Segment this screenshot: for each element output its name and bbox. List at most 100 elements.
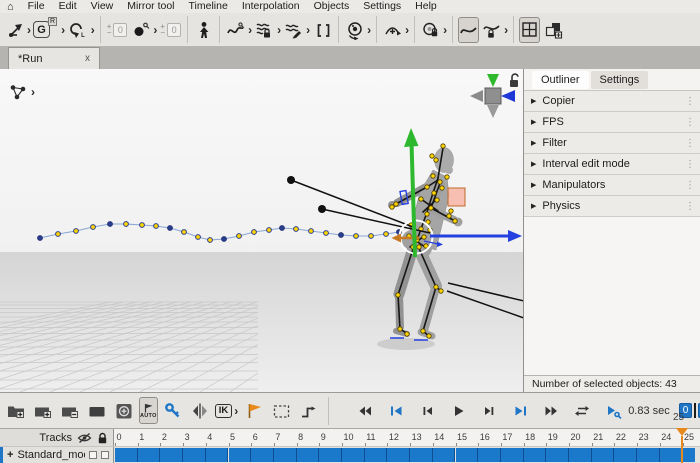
wave-lock-icon[interactable]	[481, 17, 502, 43]
track-frame-cell[interactable]	[432, 448, 456, 462]
panel-section-interval-edit-mode[interactable]: ▶ Interval edit mode ⋮	[524, 154, 700, 175]
joint-point[interactable]	[452, 218, 458, 224]
menu-item-mirror-tool[interactable]: Mirror tool	[120, 0, 181, 13]
interpolation-wave-button[interactable]	[458, 16, 480, 43]
joint-point[interactable]	[397, 326, 403, 332]
trajectory[interactable]	[37, 221, 402, 243]
joint-point[interactable]	[426, 333, 432, 339]
panel-section-physics[interactable]: ▶ Physics ⋮	[524, 196, 700, 217]
menu-item-file[interactable]: File	[21, 0, 52, 13]
trajectory-point[interactable]	[123, 221, 129, 227]
trajectory-point[interactable]	[368, 233, 374, 239]
chevron-icon[interactable]: ›	[405, 24, 409, 36]
grip-icon[interactable]: ⋮	[685, 201, 695, 212]
track-frame-cell[interactable]	[205, 448, 229, 462]
trajectory-point[interactable]	[251, 229, 257, 235]
skip-to-start-button[interactable]	[384, 399, 408, 423]
interval-brackets-icon[interactable]	[312, 17, 333, 43]
panel-section-fps[interactable]: ▶ FPS ⋮	[524, 112, 700, 133]
track-frame-cell[interactable]	[273, 448, 297, 462]
joint-point[interactable]	[420, 328, 426, 334]
rewind-button[interactable]	[353, 399, 377, 423]
trajectory-point[interactable]	[90, 224, 96, 230]
track-frame-cell[interactable]	[614, 448, 638, 462]
trajectory-point[interactable]	[55, 231, 61, 237]
spinner-left[interactable]: + − 0	[107, 22, 128, 37]
expand-arrow-icon[interactable]: ▶	[531, 97, 536, 105]
marquee-select-button[interactable]	[269, 399, 293, 423]
home-icon[interactable]: ⌂	[7, 1, 14, 13]
viewport-3d[interactable]: ›	[0, 69, 524, 392]
chevron-icon[interactable]: ›	[248, 24, 252, 36]
play-button[interactable]	[446, 399, 470, 423]
previous-frame-button[interactable]	[415, 399, 439, 423]
trajectory-point[interactable]	[236, 233, 242, 239]
visibility-off-icon[interactable]	[77, 432, 92, 444]
document-tab[interactable]: *Run x	[8, 47, 100, 69]
trajectory-point[interactable]	[266, 227, 272, 233]
menu-item-timeline[interactable]: Timeline	[182, 0, 235, 13]
trajectory-point[interactable]	[338, 232, 344, 238]
tab-outliner[interactable]: Outliner	[532, 70, 589, 89]
key-tool-button[interactable]	[161, 399, 185, 423]
arc-add-icon[interactable]	[382, 17, 403, 43]
trajectory-point[interactable]	[221, 236, 227, 242]
trajectory-point[interactable]	[293, 226, 299, 232]
track-timeline[interactable]	[114, 448, 695, 462]
circle-lock-icon[interactable]	[420, 17, 441, 43]
layers-add-icon[interactable]	[542, 17, 563, 43]
menu-item-edit[interactable]: Edit	[52, 0, 84, 13]
trajectory-point[interactable]	[107, 221, 113, 227]
chevron-icon[interactable]: ›	[504, 24, 508, 36]
trajectory-point[interactable]	[308, 228, 314, 234]
track-remove-button[interactable]	[58, 399, 82, 423]
joint-point[interactable]	[431, 190, 437, 196]
grip-icon[interactable]: ⋮	[685, 159, 695, 170]
chevron-icon[interactable]: ›	[27, 24, 31, 36]
track-frame-cell[interactable]	[659, 448, 683, 462]
selection-pink-square[interactable]	[447, 187, 466, 207]
track-frame-cell[interactable]	[296, 448, 320, 462]
grip-icon[interactable]: ⋮	[685, 180, 695, 191]
joint-point[interactable]	[439, 185, 445, 191]
joint-point[interactable]	[444, 174, 450, 180]
expand-track-button[interactable]: +	[7, 449, 13, 461]
track-frame-cell[interactable]	[160, 448, 184, 462]
joint-point[interactable]	[434, 197, 440, 203]
track-label-cell[interactable]: + Standard_model	[0, 447, 114, 463]
lock-icon[interactable]	[97, 432, 108, 444]
trajectory-point[interactable]	[207, 237, 213, 243]
track-frame-cell[interactable]	[637, 448, 660, 462]
tab-close-button[interactable]: x	[85, 53, 90, 64]
ik-mode-button[interactable]: IK ›	[214, 403, 240, 418]
trajectory-point[interactable]	[323, 230, 329, 236]
menu-item-settings[interactable]: Settings	[356, 0, 408, 13]
interval-add-button[interactable]	[4, 399, 28, 423]
expand-arrow-icon[interactable]: ▶	[531, 160, 536, 168]
mirror-pose-button[interactable]	[188, 399, 212, 423]
trajectory-point[interactable]	[195, 234, 201, 240]
track-checkbox-2[interactable]	[101, 451, 109, 459]
trajectory-point[interactable]	[167, 225, 173, 231]
track-frame-cell[interactable]	[682, 448, 695, 462]
joint-point[interactable]	[416, 244, 422, 250]
chevron-icon[interactable]: ›	[31, 86, 35, 98]
trajectory-point[interactable]	[181, 229, 187, 235]
tab-settings[interactable]: Settings	[590, 70, 649, 89]
trajectory-point[interactable]	[73, 228, 79, 234]
trajectory-point[interactable]	[383, 231, 389, 237]
loop-toggle-button[interactable]	[570, 399, 594, 423]
joint-point[interactable]	[438, 288, 444, 294]
camera-rotate-icon[interactable]	[344, 17, 365, 43]
joint-point[interactable]	[429, 153, 435, 159]
trajectories-edit-icon[interactable]	[283, 17, 304, 43]
grid-window-button[interactable]	[519, 16, 541, 43]
track-frame-cell[interactable]	[410, 448, 433, 462]
trajectory-point[interactable]	[37, 235, 43, 241]
track-frame-cell[interactable]	[500, 448, 524, 462]
range-divider[interactable]	[694, 403, 697, 418]
track-frame-cell[interactable]	[183, 448, 206, 462]
joint-point[interactable]	[404, 331, 410, 337]
skip-to-end-button[interactable]	[508, 399, 532, 423]
menu-item-interpolation[interactable]: Interpolation	[235, 0, 307, 13]
